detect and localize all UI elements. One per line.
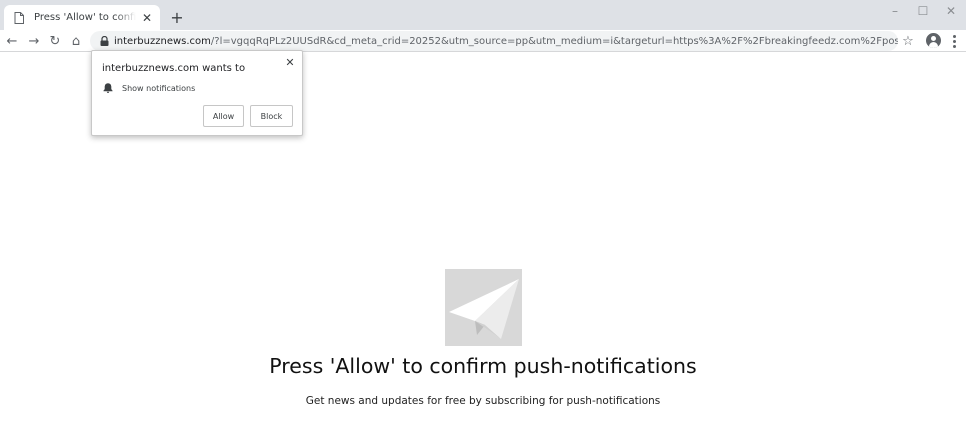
- url-path: /?l=vgqqRqPLz2UUSdR&cd_meta_crid=20252&u…: [210, 35, 898, 47]
- notification-permission-popup: interbuzznews.com wants to ✕ Show notifi…: [91, 50, 303, 136]
- address-bar[interactable]: interbuzznews.com/?l=vgqqRqPLz2UUSdR&cd_…: [90, 31, 898, 51]
- new-tab-button[interactable]: +: [168, 8, 186, 27]
- browser-tab[interactable]: Press 'Allow' to confirm push-notificati…: [4, 5, 160, 30]
- tab-strip: Press 'Allow' to confirm push-notificati…: [0, 0, 966, 30]
- paper-plane-icon: [445, 269, 522, 346]
- tab-close-icon[interactable]: ✕: [140, 11, 154, 25]
- block-button[interactable]: Block: [250, 105, 293, 127]
- popup-close-icon[interactable]: ✕: [284, 56, 296, 69]
- permission-row: Show notifications: [102, 82, 195, 94]
- page-headline: Press 'Allow' to confirm push-notificati…: [269, 354, 697, 378]
- page-icon: [12, 11, 26, 25]
- bell-icon: [103, 83, 113, 93]
- back-button[interactable]: ←: [3, 32, 21, 50]
- permission-label: Show notifications: [122, 83, 196, 93]
- lock-icon[interactable]: [98, 35, 110, 47]
- popup-title: interbuzznews.com wants to: [102, 63, 246, 74]
- bookmark-star-icon[interactable]: ☆: [900, 32, 916, 50]
- more-vert-icon[interactable]: [948, 32, 960, 50]
- minimize-button[interactable]: –: [880, 2, 910, 20]
- page-subtext: Get news and updates for free by subscri…: [305, 395, 661, 407]
- allow-button[interactable]: Allow: [203, 105, 244, 127]
- url-text[interactable]: interbuzznews.com/?l=vgqqRqPLz2UUSdR&cd_…: [114, 36, 898, 47]
- account-icon[interactable]: [926, 33, 941, 48]
- browser-toolbar: ← → ↻ ⌂ interbuzznews.com/?l=vgqqRqPLz2U…: [0, 30, 966, 52]
- maximize-button[interactable]: ☐: [908, 2, 938, 20]
- tab-title: Press 'Allow' to confirm push-notificati…: [34, 12, 136, 23]
- url-host: interbuzznews.com: [114, 35, 211, 47]
- window-close-button[interactable]: ✕: [936, 2, 966, 20]
- home-button[interactable]: ⌂: [67, 32, 85, 50]
- reload-button[interactable]: ↻: [46, 32, 64, 50]
- forward-button[interactable]: →: [25, 32, 43, 50]
